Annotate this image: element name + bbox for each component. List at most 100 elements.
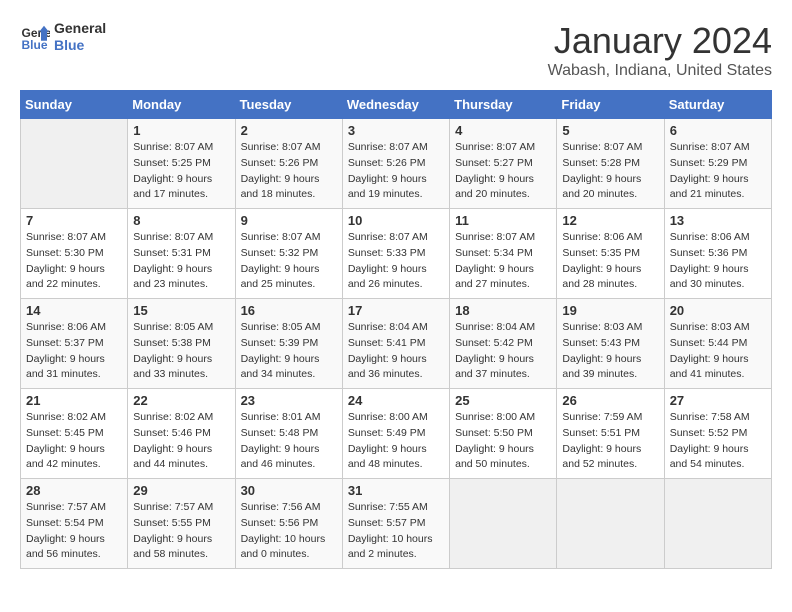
calendar-cell: 14Sunrise: 8:06 AMSunset: 5:37 PMDayligh… [21,299,128,389]
calendar-cell: 22 Sunrise: 8:02 AMSunset: 5:46 PMDayligh… [128,389,235,479]
calendar-week-row: 7Sunrise: 8:07 AMSunset: 5:30 PMDaylight… [21,209,772,299]
day-info: Sunrise: 8:07 AMSunset: 5:27 PMDaylight:… [455,140,551,203]
day-info: Sunrise: 7:57 AMSunset: 5:54 PMDaylight:… [26,500,122,563]
header-friday: Friday [557,91,664,119]
day-number: 5 [562,123,658,138]
day-info: Sunrise: 8:01 AMSunset: 5:48 PMDaylight:… [241,410,337,473]
calendar-cell: 25 Sunrise: 8:00 AMSunset: 5:50 PMDayligh… [450,389,557,479]
day-number: 29 [133,483,229,498]
day-number: 16 [241,303,337,318]
calendar-cell: 15 Sunrise: 8:05 AMSunset: 5:38 PMDayligh… [128,299,235,389]
day-info: Sunrise: 7:56 AMSunset: 5:56 PMDaylight:… [241,500,337,563]
day-info: Sunrise: 8:07 AMSunset: 5:25 PMDaylight:… [133,140,229,203]
day-info: Sunrise: 8:04 AMSunset: 5:41 PMDaylight:… [348,320,444,383]
day-number: 22 [133,393,229,408]
day-info: Sunrise: 8:02 AMSunset: 5:45 PMDaylight:… [26,410,122,473]
calendar-cell: 5 Sunrise: 8:07 AMSunset: 5:28 PMDaylight… [557,119,664,209]
calendar-cell: 30 Sunrise: 7:56 AMSunset: 5:56 PMDayligh… [235,479,342,569]
day-info: Sunrise: 8:06 AMSunset: 5:37 PMDaylight:… [26,320,122,383]
day-info: Sunrise: 7:55 AMSunset: 5:57 PMDaylight:… [348,500,444,563]
day-info: Sunrise: 8:06 AMSunset: 5:36 PMDaylight:… [670,230,766,293]
calendar-cell: 7Sunrise: 8:07 AMSunset: 5:30 PMDaylight… [21,209,128,299]
header-sunday: Sunday [21,91,128,119]
day-number: 6 [670,123,766,138]
day-info: Sunrise: 7:58 AMSunset: 5:52 PMDaylight:… [670,410,766,473]
day-info: Sunrise: 8:03 AMSunset: 5:43 PMDaylight:… [562,320,658,383]
calendar-cell: 3Sunrise: 8:07 AMSunset: 5:26 PMDaylight… [342,119,449,209]
day-info: Sunrise: 8:03 AMSunset: 5:44 PMDaylight:… [670,320,766,383]
day-info: Sunrise: 8:07 AMSunset: 5:33 PMDaylight:… [348,230,444,293]
day-info: Sunrise: 8:06 AMSunset: 5:35 PMDaylight:… [562,230,658,293]
day-number: 30 [241,483,337,498]
day-info: Sunrise: 8:07 AMSunset: 5:28 PMDaylight:… [562,140,658,203]
logo: General Blue GeneralBlue [20,20,106,54]
calendar-cell: 20 Sunrise: 8:03 AMSunset: 5:44 PMDayligh… [664,299,771,389]
calendar-cell: 12 Sunrise: 8:06 AMSunset: 5:35 PMDayligh… [557,209,664,299]
day-number: 9 [241,213,337,228]
title-area: January 2024 Wabash, Indiana, United Sta… [548,20,772,80]
header-wednesday: Wednesday [342,91,449,119]
day-number: 11 [455,213,551,228]
day-info: Sunrise: 8:07 AMSunset: 5:26 PMDaylight:… [348,140,444,203]
day-number: 18 [455,303,551,318]
logo-text: GeneralBlue [54,20,106,54]
header-thursday: Thursday [450,91,557,119]
calendar-cell: 8 Sunrise: 8:07 AMSunset: 5:31 PMDaylight… [128,209,235,299]
day-number: 4 [455,123,551,138]
day-info: Sunrise: 8:00 AMSunset: 5:49 PMDaylight:… [348,410,444,473]
calendar-cell: 21Sunrise: 8:02 AMSunset: 5:45 PMDayligh… [21,389,128,479]
day-number: 26 [562,393,658,408]
day-number: 24 [348,393,444,408]
day-info: Sunrise: 7:59 AMSunset: 5:51 PMDaylight:… [562,410,658,473]
day-number: 27 [670,393,766,408]
calendar-cell: 10 Sunrise: 8:07 AMSunset: 5:33 PMDayligh… [342,209,449,299]
day-info: Sunrise: 8:04 AMSunset: 5:42 PMDaylight:… [455,320,551,383]
calendar-header-row: SundayMondayTuesdayWednesdayThursdayFrid… [21,91,772,119]
day-number: 23 [241,393,337,408]
header-tuesday: Tuesday [235,91,342,119]
calendar-cell [450,479,557,569]
day-number: 28 [26,483,122,498]
day-info: Sunrise: 8:05 AMSunset: 5:38 PMDaylight:… [133,320,229,383]
location-subtitle: Wabash, Indiana, United States [548,62,772,80]
calendar-cell: 31Sunrise: 7:55 AMSunset: 5:57 PMDayligh… [342,479,449,569]
calendar-cell: 28 Sunrise: 7:57 AMSunset: 5:54 PMDayligh… [21,479,128,569]
day-number: 15 [133,303,229,318]
calendar-cell: 24 Sunrise: 8:00 AMSunset: 5:49 PMDayligh… [342,389,449,479]
day-number: 20 [670,303,766,318]
logo-icon: General Blue [20,22,50,52]
calendar-cell: 16 Sunrise: 8:05 AMSunset: 5:39 PMDayligh… [235,299,342,389]
calendar-week-row: 28 Sunrise: 7:57 AMSunset: 5:54 PMDayligh… [21,479,772,569]
day-number: 10 [348,213,444,228]
calendar-cell [664,479,771,569]
calendar-cell: 11 Sunrise: 8:07 AMSunset: 5:34 PMDayligh… [450,209,557,299]
calendar-cell: 4 Sunrise: 8:07 AMSunset: 5:27 PMDaylight… [450,119,557,209]
day-info: Sunrise: 8:07 AMSunset: 5:34 PMDaylight:… [455,230,551,293]
day-number: 1 [133,123,229,138]
day-number: 2 [241,123,337,138]
day-info: Sunrise: 8:00 AMSunset: 5:50 PMDaylight:… [455,410,551,473]
day-number: 17 [348,303,444,318]
calendar-cell: 26 Sunrise: 7:59 AMSunset: 5:51 PMDayligh… [557,389,664,479]
day-info: Sunrise: 8:07 AMSunset: 5:29 PMDaylight:… [670,140,766,203]
page-header: General Blue GeneralBlue January 2024 Wa… [20,20,772,80]
day-info: Sunrise: 8:02 AMSunset: 5:46 PMDaylight:… [133,410,229,473]
day-info: Sunrise: 8:07 AMSunset: 5:31 PMDaylight:… [133,230,229,293]
calendar-cell: 27 Sunrise: 7:58 AMSunset: 5:52 PMDayligh… [664,389,771,479]
calendar-cell: 9Sunrise: 8:07 AMSunset: 5:32 PMDaylight… [235,209,342,299]
calendar-week-row: 14Sunrise: 8:06 AMSunset: 5:37 PMDayligh… [21,299,772,389]
calendar-cell: 29Sunrise: 7:57 AMSunset: 5:55 PMDayligh… [128,479,235,569]
day-number: 12 [562,213,658,228]
calendar-week-row: 21Sunrise: 8:02 AMSunset: 5:45 PMDayligh… [21,389,772,479]
day-info: Sunrise: 8:05 AMSunset: 5:39 PMDaylight:… [241,320,337,383]
calendar-cell: 18 Sunrise: 8:04 AMSunset: 5:42 PMDayligh… [450,299,557,389]
calendar-cell: 13Sunrise: 8:06 AMSunset: 5:36 PMDayligh… [664,209,771,299]
calendar-cell [21,119,128,209]
calendar-cell: 6 Sunrise: 8:07 AMSunset: 5:29 PMDaylight… [664,119,771,209]
header-monday: Monday [128,91,235,119]
day-number: 8 [133,213,229,228]
calendar-week-row: 1 Sunrise: 8:07 AMSunset: 5:25 PMDaylight… [21,119,772,209]
calendar-cell [557,479,664,569]
day-number: 25 [455,393,551,408]
calendar-cell: 23 Sunrise: 8:01 AMSunset: 5:48 PMDayligh… [235,389,342,479]
